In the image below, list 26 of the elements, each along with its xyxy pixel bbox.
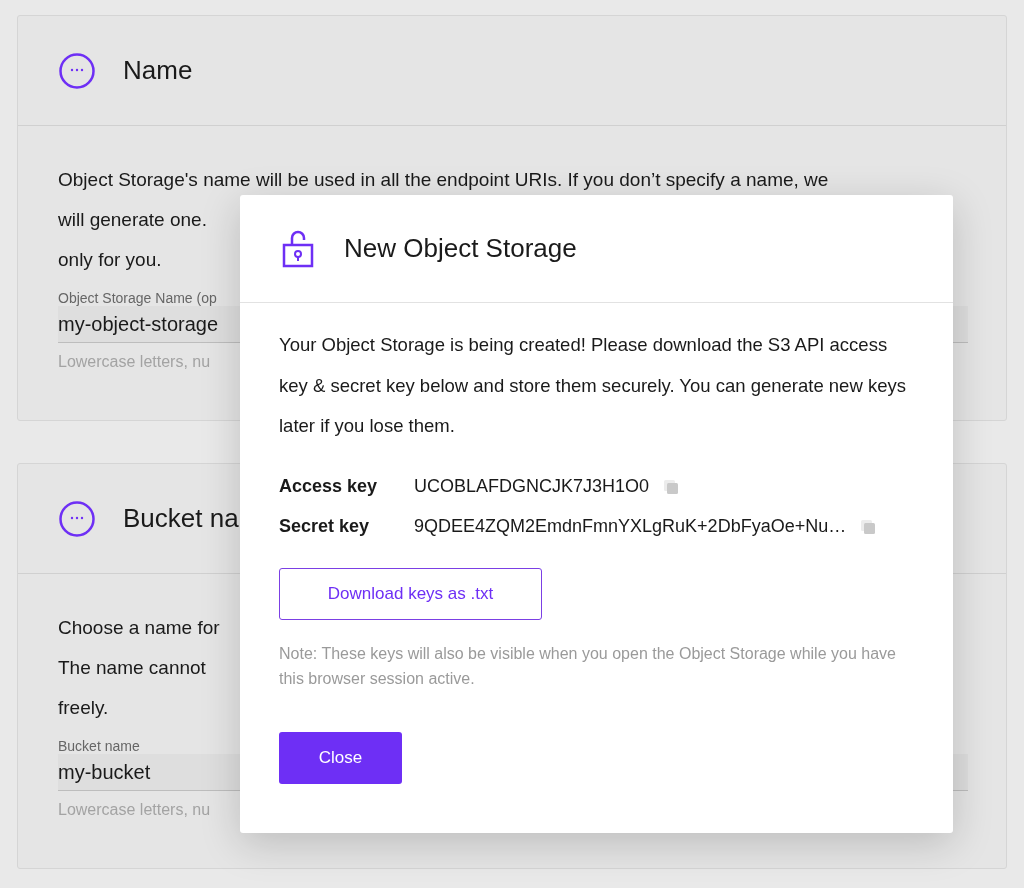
description-line: only for you.: [58, 248, 162, 272]
key-value: UCOBLAFDGNCJK7J3H1O0: [414, 476, 650, 497]
copy-icon[interactable]: [860, 518, 877, 535]
section-title: Bucket na: [123, 503, 239, 534]
more-icon: [59, 52, 95, 89]
description-line: freely.: [58, 696, 109, 720]
description-line: Choose a name for: [58, 616, 220, 640]
note-text: Note: These keys will also be visible when you open the Object Storage while you have this browser session active.: [279, 643, 897, 689]
section-title: Name: [123, 55, 193, 86]
copy-icon[interactable]: [663, 478, 680, 495]
field-label: Object Storage Name (op: [58, 290, 217, 306]
key-label: Access key: [279, 476, 379, 497]
close-button[interactable]: Close: [279, 731, 402, 784]
download-button[interactable]: Download keys as .txt: [279, 567, 542, 620]
description-line: will generate one.: [58, 208, 207, 232]
field-label: Bucket name: [58, 738, 140, 754]
description-line: The name cannot: [58, 656, 206, 680]
description-line: Object Storage's name will be used in all the endpoint URIs. If you don’t specify a name, we: [58, 168, 829, 192]
dialog-title: New Object Storage: [344, 233, 577, 264]
more-icon: [59, 500, 95, 537]
dialog-message: Your Object Storage is being created! Please download the S3 API access key & secret key below and store them securely. You can generate new keys later if you lose them.: [279, 333, 907, 438]
field-hint: Lowercase letters, nu: [58, 353, 211, 371]
unlocked-padlock-icon: [282, 229, 314, 268]
field-hint: Lowercase letters, nu: [58, 801, 211, 819]
key-label: Secret key: [279, 516, 371, 537]
key-value: 9QDEE4ZQM2EmdnFmnYXLgRuK+2DbFyaOe+Nu…: [414, 516, 847, 537]
